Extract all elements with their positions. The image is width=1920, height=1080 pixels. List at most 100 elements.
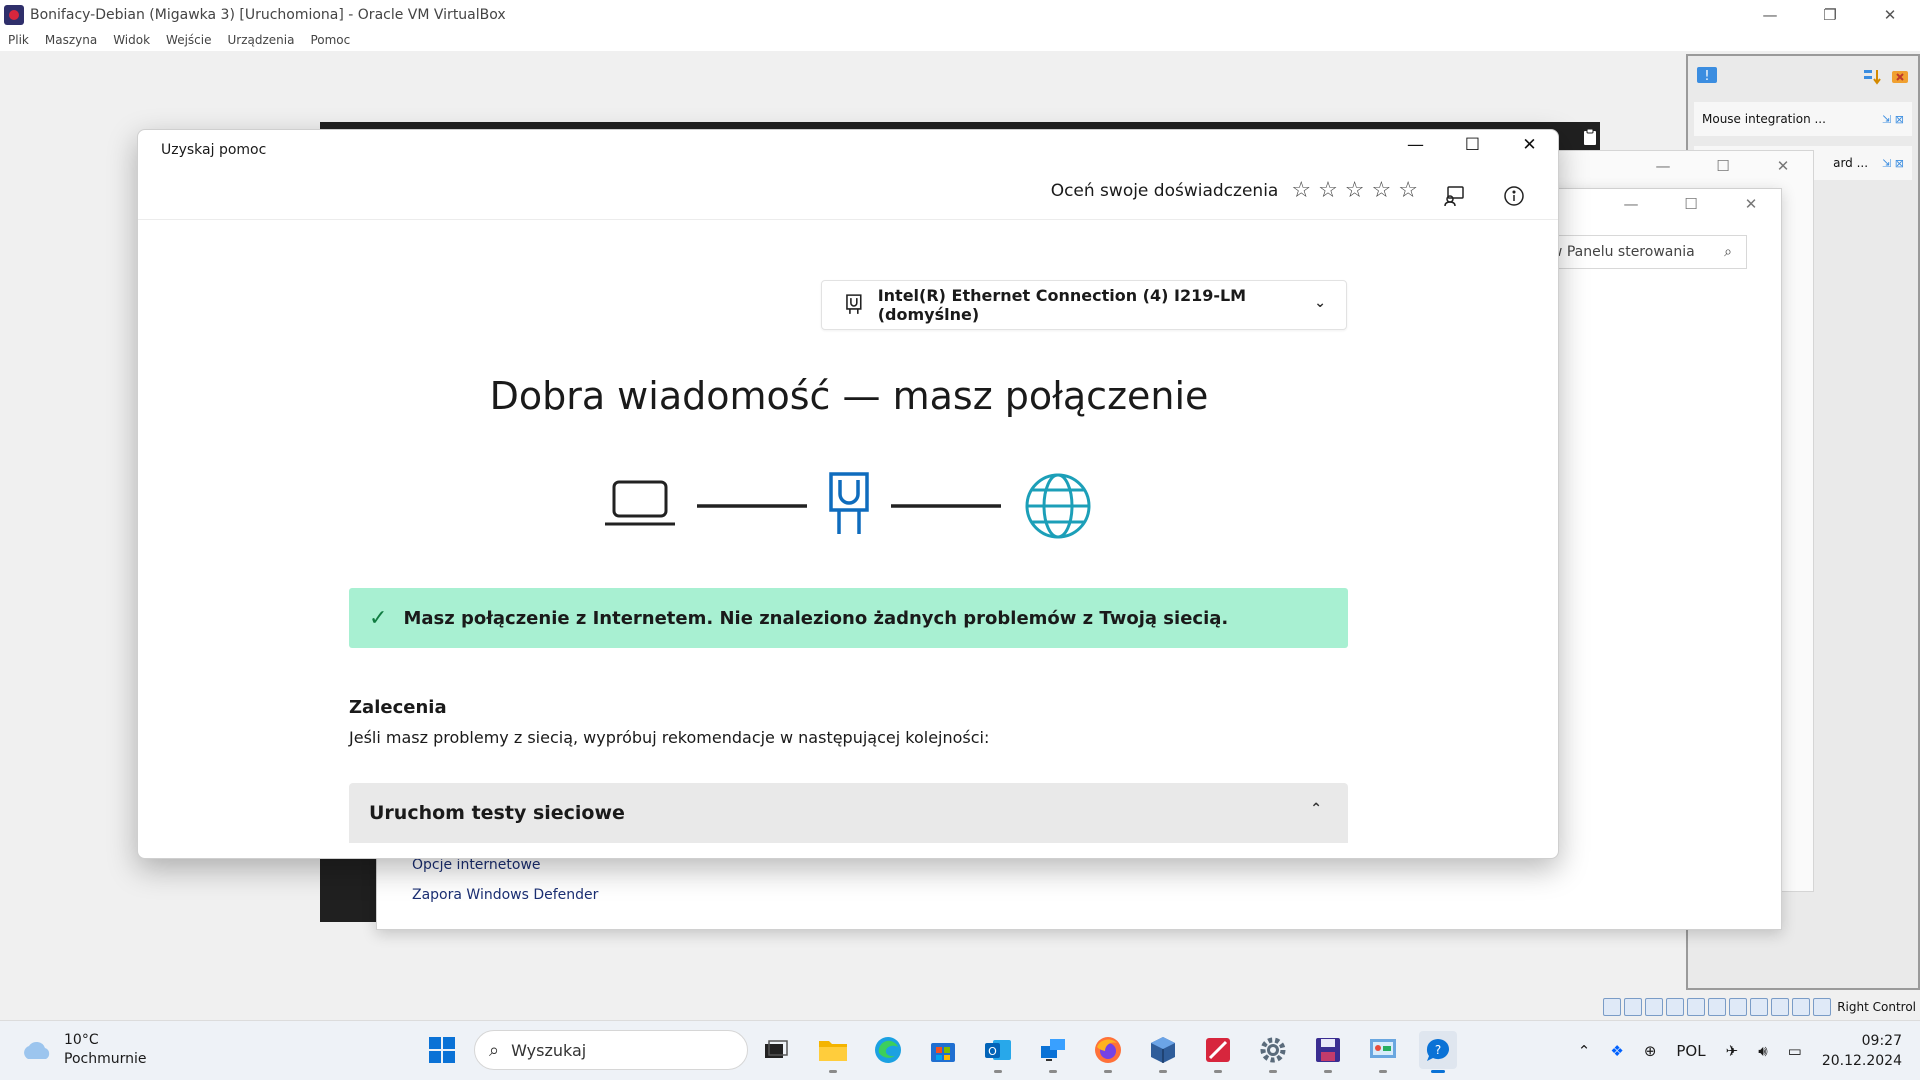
dropbox-icon[interactable]: ❖ [1610, 1042, 1623, 1060]
status-audio-icon[interactable] [1645, 998, 1664, 1016]
menu-maszyna[interactable]: Maszyna [45, 33, 97, 47]
get-help-taskbar-button[interactable]: ? [1419, 1031, 1457, 1073]
notification-mouse-integration[interactable]: Mouse integration ... ⇲ ⊠ [1694, 102, 1912, 136]
clock-time: 09:27 [1861, 1033, 1902, 1049]
outlook-button[interactable]: O [979, 1031, 1017, 1073]
rating-star-icon[interactable]: ☆ [1345, 180, 1365, 202]
clock[interactable]: 09:27 20.12.2024 [1822, 1031, 1902, 1071]
page-headline: Dobra wiadomość — masz połączenie [489, 374, 1209, 418]
status-network-icon[interactable] [1666, 998, 1685, 1016]
network-globe-icon[interactable]: ⊕ [1644, 1042, 1657, 1060]
rating-star-icon[interactable]: ☆ [1291, 180, 1311, 202]
status-hdd-icon[interactable] [1603, 998, 1622, 1016]
floppy-icon [1316, 1038, 1340, 1062]
rating-control: Oceń swoje doświadczenia ☆ ☆ ☆ ☆ ☆ [1051, 180, 1418, 202]
rating-star-icon[interactable]: ☆ [1398, 180, 1418, 202]
get-help-window: Uzyskaj pomoc — ☐ ✕ Oceń swoje doświadcz… [137, 129, 1559, 859]
vbox-restore-button[interactable]: ❐ [1800, 0, 1860, 29]
minimize-button[interactable]: — [1633, 151, 1693, 181]
menu-wejscie[interactable]: Wejście [166, 33, 211, 47]
settings-button[interactable] [1254, 1031, 1292, 1073]
menu-plik[interactable]: Plik [8, 33, 29, 47]
status-shared-folders-icon[interactable] [1708, 998, 1727, 1016]
vbox-window-title: Bonifacy-Debian (Migawka 3) [Uruchomiona… [30, 6, 506, 23]
airplane-mode-icon[interactable]: ✈ [1726, 1042, 1739, 1060]
success-message: Masz połączenie z Internetem. Nie znalez… [403, 607, 1229, 629]
menu-widok[interactable]: Widok [113, 33, 150, 47]
run-network-tests-accordion[interactable]: Uruchom testy sieciowe ⌃ [349, 783, 1348, 843]
remote-desktop-button[interactable] [1034, 1031, 1072, 1073]
network-adapter-label: Intel(R) Ethernet Connection (4) I219-LM… [877, 286, 1247, 324]
app-red-button[interactable] [1199, 1031, 1237, 1073]
status-success-banner: ✓ Masz połączenie z Internetem. Nie znal… [349, 588, 1348, 648]
windows-logo-icon [429, 1037, 455, 1063]
folder-icon [819, 1041, 847, 1061]
status-mouse-icon[interactable] [1792, 998, 1811, 1016]
help-maximize-button[interactable]: ☐ [1444, 130, 1501, 160]
virtualbox-icon [1151, 1037, 1175, 1063]
rating-star-icon[interactable]: ☆ [1318, 180, 1338, 202]
firefox-icon [1095, 1037, 1121, 1063]
info-icon[interactable] [1502, 184, 1526, 208]
network-adapter-dropdown[interactable]: Intel(R) Ethernet Connection (4) I219-LM… [821, 280, 1347, 330]
vbox-minimize-button[interactable]: — [1740, 0, 1800, 29]
status-usb-icon[interactable] [1687, 998, 1706, 1016]
chevron-down-icon: ⌄ [1314, 295, 1326, 311]
status-optical-icon[interactable] [1624, 998, 1643, 1016]
globe-icon [1025, 473, 1091, 539]
firefox-button[interactable] [1089, 1031, 1127, 1073]
checkmark-icon: ✓ [369, 605, 388, 631]
status-display-icon[interactable] [1729, 998, 1748, 1016]
control-panel-button[interactable] [1364, 1031, 1402, 1073]
rating-label: Oceń swoje doświadczenia [1050, 181, 1279, 201]
virtualbox-logo-icon [4, 4, 24, 25]
microsoft-store-button[interactable] [924, 1031, 962, 1069]
sort-icon[interactable] [1862, 67, 1882, 87]
link-internet-options[interactable]: Opcje internetowe [412, 857, 541, 873]
language-indicator[interactable]: POL [1676, 1042, 1705, 1060]
help-minimize-button[interactable]: — [1387, 130, 1444, 160]
close-button[interactable]: ✕ [1721, 189, 1781, 219]
laptop-icon [605, 480, 675, 526]
connection-diagram [605, 472, 1091, 539]
dismiss-all-icon[interactable] [1890, 67, 1910, 87]
vbox-close-button[interactable]: ✕ [1860, 0, 1920, 29]
windows-taskbar: 10°C Pochmurnie ⌕ Wyszukaj O ? ⌃ ❖ ⊕ POL… [0, 1020, 1920, 1080]
search-icon: ⌕ [1724, 244, 1732, 260]
help-close-button[interactable]: ✕ [1501, 130, 1558, 160]
status-recording-icon[interactable] [1750, 998, 1769, 1016]
feedback-icon[interactable] [1442, 184, 1466, 208]
chevron-up-icon: ⌃ [1310, 801, 1322, 817]
virtualbox-button[interactable] [1144, 1031, 1182, 1073]
task-view-button[interactable] [757, 1031, 795, 1069]
weather-widget[interactable]: 10°C Pochmurnie [20, 1031, 146, 1069]
volume-icon[interactable]: 🔊︎ [1758, 1042, 1767, 1060]
close-button[interactable]: ✕ [1753, 151, 1813, 181]
maximize-button[interactable]: ☐ [1693, 151, 1753, 181]
vbox-menu-bar: Plik Maszyna Widok Wejście Urządzenia Po… [0, 29, 1920, 51]
notification-actions-icon[interactable]: ⇲ ⊠ [1882, 157, 1904, 170]
weather-temperature: 10°C [64, 1032, 99, 1048]
save-app-button[interactable] [1309, 1031, 1347, 1073]
minimize-button[interactable]: — [1601, 189, 1661, 219]
ethernet-icon [846, 294, 862, 314]
recommendations-subtitle: Jeśli masz problemy z siecią, wypróbuj r… [349, 728, 990, 747]
chevron-up-icon[interactable]: ⌃ [1578, 1042, 1591, 1060]
file-explorer-button[interactable] [814, 1031, 852, 1073]
battery-icon[interactable]: ▭ [1788, 1042, 1802, 1060]
rating-star-icon[interactable]: ☆ [1372, 180, 1392, 202]
menu-urzadzenia[interactable]: Urządzenia [227, 33, 294, 47]
cloud-icon [24, 1041, 50, 1059]
menu-pomoc[interactable]: Pomoc [310, 33, 350, 47]
maximize-button[interactable]: ☐ [1661, 189, 1721, 219]
status-keyboard-icon[interactable] [1813, 998, 1832, 1016]
notification-actions-icon[interactable]: ⇲ ⊠ [1882, 113, 1904, 126]
status-cpu-icon[interactable] [1771, 998, 1790, 1016]
svg-text:O: O [988, 1045, 997, 1058]
edge-browser-button[interactable] [869, 1031, 907, 1069]
taskbar-search-input[interactable]: ⌕ Wyszukaj [474, 1030, 748, 1070]
clock-date: 20.12.2024 [1821, 1053, 1902, 1069]
link-windows-firewall[interactable]: Zapora Windows Defender [412, 887, 598, 903]
weather-condition: Pochmurnie [64, 1051, 147, 1067]
start-button[interactable] [423, 1031, 461, 1069]
